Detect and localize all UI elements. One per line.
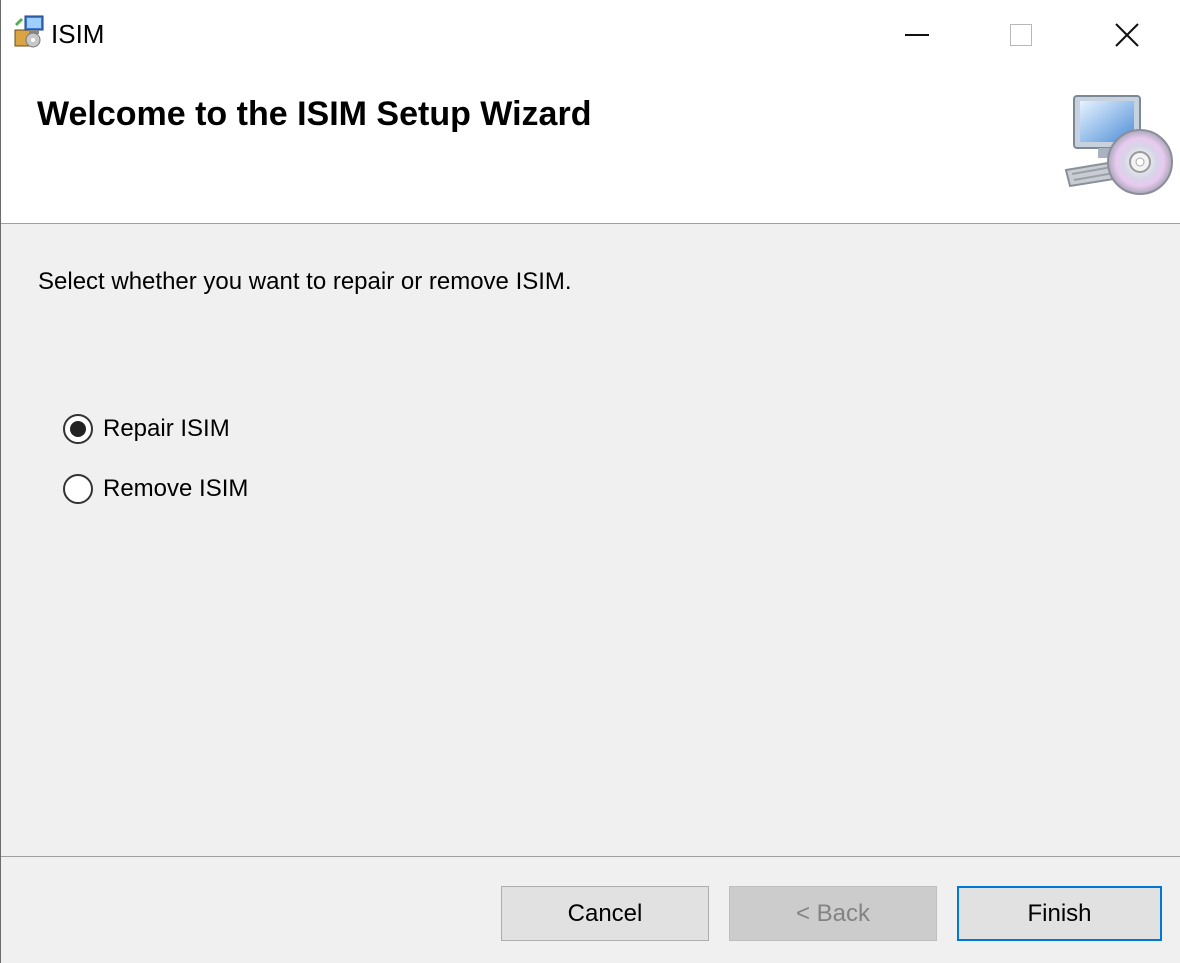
- title-bar[interactable]: ISIM: [1, 0, 1180, 76]
- close-icon: [1115, 23, 1139, 47]
- wizard-body: Select whether you want to repair or rem…: [1, 224, 1180, 856]
- cancel-button[interactable]: Cancel: [501, 886, 709, 941]
- minimize-button[interactable]: [867, 0, 967, 70]
- finish-button[interactable]: Finish: [957, 886, 1162, 941]
- radio-repair-label[interactable]: Repair ISIM: [103, 415, 230, 443]
- wizard-header: Welcome to the ISIM Setup Wizard: [1, 76, 1180, 224]
- back-button[interactable]: < Back: [729, 886, 937, 941]
- radio-button-unselected[interactable]: [63, 474, 93, 504]
- close-button[interactable]: [1077, 0, 1177, 70]
- radio-selected-dot: [70, 421, 86, 437]
- maximize-button[interactable]: [971, 0, 1071, 70]
- minimize-icon: [905, 34, 929, 36]
- radio-remove-label[interactable]: Remove ISIM: [103, 475, 248, 503]
- installer-package-icon: [14, 15, 44, 48]
- page-title: Welcome to the ISIM Setup Wizard: [37, 95, 592, 133]
- radio-button-selected[interactable]: [63, 414, 93, 444]
- setup-wizard-window: ISIM Welcome to the ISIM Setup Wizard Se…: [0, 0, 1180, 963]
- radio-repair[interactable]: Repair ISIM: [63, 414, 230, 444]
- window-title: ISIM: [51, 19, 105, 49]
- computer-cd-icon: [1064, 95, 1173, 195]
- maximize-icon: [1010, 24, 1032, 46]
- wizard-footer: Cancel < Back Finish: [1, 856, 1180, 963]
- radio-remove[interactable]: Remove ISIM: [63, 474, 248, 504]
- instruction-text: Select whether you want to repair or rem…: [38, 268, 572, 295]
